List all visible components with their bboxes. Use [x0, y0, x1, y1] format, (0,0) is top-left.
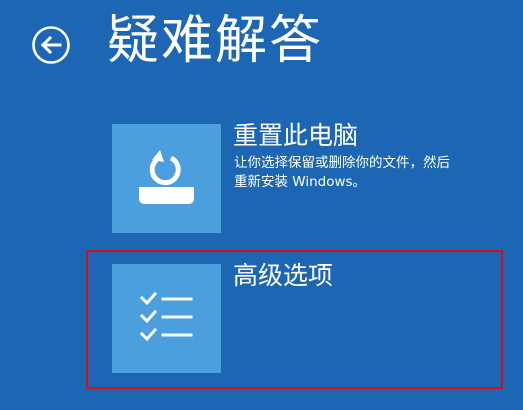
reset-pc-tile	[112, 124, 221, 233]
advanced-options-title: 高级选项	[233, 261, 334, 290]
back-arrow-icon	[32, 26, 70, 64]
reset-pc-description-line: 让你选择保留或删除你的文件，然后	[234, 155, 450, 171]
reset-pc-title: 重置此电脑	[233, 121, 359, 150]
reset-pc-description-line: 重新安装 Windows。	[234, 174, 367, 190]
checklist-icon	[139, 291, 193, 342]
page-title: 疑难解答	[107, 11, 324, 71]
advanced-options-tile	[112, 264, 221, 373]
reset-pc-option[interactable]: 重置此电脑 让你选择保留或删除你的文件，然后 重新安装 Windows。	[112, 121, 512, 234]
back-button[interactable]	[31, 25, 71, 65]
advanced-options-option[interactable]: 高级选项	[112, 261, 512, 374]
reset-pc-description: 让你选择保留或删除你的文件，然后 重新安装 Windows。	[234, 154, 504, 192]
reset-pc-icon	[139, 150, 194, 204]
